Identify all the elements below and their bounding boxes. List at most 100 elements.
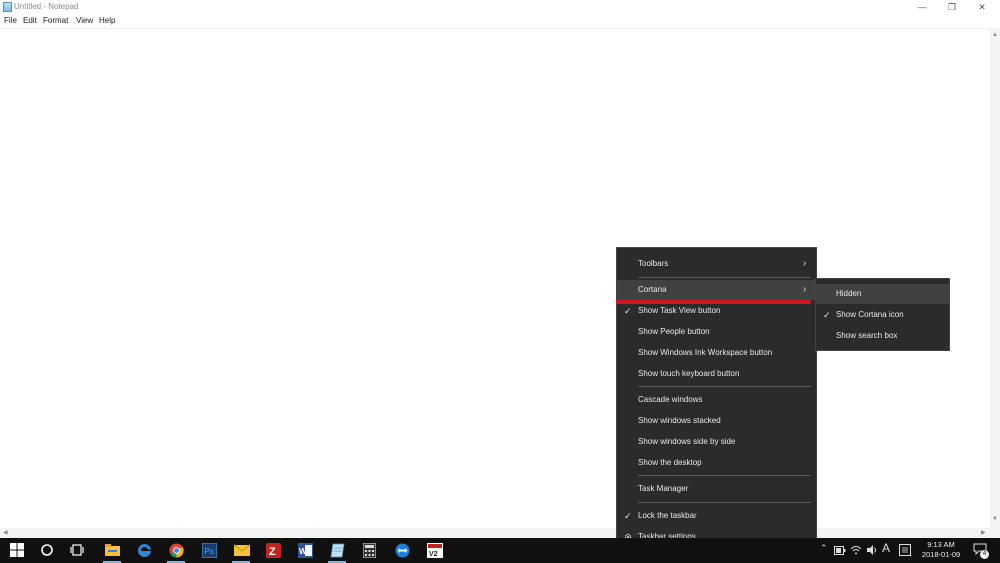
word-icon: W xyxy=(298,543,313,558)
restore-button[interactable]: ❐ xyxy=(937,0,967,15)
submenu-item-show-cortana-icon[interactable]: ✓ Show Cortana icon xyxy=(816,305,949,325)
menu-item-label: Show windows side by side xyxy=(638,437,736,446)
menu-item-show-desktop[interactable]: Show the desktop xyxy=(617,453,816,473)
svg-text:Z: Z xyxy=(269,546,276,558)
taskbar-app-notepad[interactable] xyxy=(322,538,352,563)
menu-item-people[interactable]: Show People button xyxy=(617,322,816,342)
title-bar[interactable]: Untitled - Notepad — ❐ ✕ xyxy=(0,0,1000,15)
input-method-indicator[interactable]: A xyxy=(882,541,890,555)
vnc-icon: V2 xyxy=(427,543,443,558)
menu-item-side-by-side[interactable]: Show windows side by side xyxy=(617,432,816,452)
menu-item-label: Show windows stacked xyxy=(638,416,721,425)
menu-bar: File Edit Format View Help xyxy=(0,15,1000,28)
cortana-circle-icon xyxy=(41,544,53,556)
submenu-item-label: Show search box xyxy=(836,331,898,340)
submenu-item-label: Show Cortana icon xyxy=(836,310,904,319)
notepad-app-icon xyxy=(3,2,12,12)
menu-item-lock-taskbar[interactable]: ✓ Lock the taskbar xyxy=(617,506,816,526)
show-hidden-icons-chevron-up-icon[interactable]: ⌃ xyxy=(820,543,828,554)
taskbar-app-mail[interactable] xyxy=(226,538,256,563)
clock-time: 9:13 AM xyxy=(927,540,955,549)
window-title: Untitled - Notepad xyxy=(14,2,79,11)
taskbar-app-teamviewer[interactable] xyxy=(387,538,417,563)
menu-edit[interactable]: Edit xyxy=(23,16,37,25)
battery-icon[interactable] xyxy=(834,546,846,555)
chevron-right-icon: › xyxy=(803,284,807,295)
submenu-item-label: Hidden xyxy=(836,289,862,298)
scroll-right-icon[interactable]: ▶ xyxy=(981,529,986,536)
taskbar-app-chrome[interactable] xyxy=(161,538,191,563)
close-button[interactable]: ✕ xyxy=(967,0,997,15)
calculator-icon xyxy=(363,543,376,558)
menu-help[interactable]: Help xyxy=(99,16,115,25)
svg-text:V2: V2 xyxy=(429,551,438,558)
wifi-icon[interactable] xyxy=(850,544,862,556)
task-view-icon xyxy=(70,544,84,556)
taskbar-app-vnc[interactable]: V2 xyxy=(419,538,449,563)
menu-item-label: Show Windows Ink Workspace button xyxy=(638,348,773,357)
menu-item-label: Show the desktop xyxy=(638,458,702,467)
menu-item-toolbars[interactable]: Toolbars › xyxy=(617,254,816,274)
menu-file[interactable]: File xyxy=(4,16,17,25)
menu-separator xyxy=(638,502,811,503)
taskbar-app-explorer[interactable] xyxy=(97,538,127,563)
menu-item-touch-keyboard[interactable]: Show touch keyboard button xyxy=(617,364,816,384)
menu-item-label: Task Manager xyxy=(638,484,689,493)
menu-item-label: Cortana xyxy=(638,285,667,294)
checkmark-icon: ✓ xyxy=(823,310,831,320)
vertical-scrollbar[interactable]: ▲ ▼ xyxy=(990,28,1000,528)
menu-item-task-view[interactable]: ✓ Show Task View button xyxy=(617,301,816,321)
keyboard-layout-icon[interactable] xyxy=(899,544,911,556)
menu-item-label: Cascade windows xyxy=(638,395,703,404)
taskbar-app-photoshop[interactable]: Ps xyxy=(194,538,224,563)
menu-item-cascade[interactable]: Cascade windows xyxy=(617,390,816,410)
system-clock[interactable]: 9:13 AM 2018-01-09 xyxy=(916,540,966,560)
task-view-button[interactable] xyxy=(62,538,92,563)
filezilla-icon: Z xyxy=(266,543,281,558)
windows-start-icon xyxy=(10,543,24,557)
notepad-icon xyxy=(330,543,345,558)
edge-icon xyxy=(138,543,151,557)
svg-text:W: W xyxy=(299,547,307,556)
minimize-button[interactable]: — xyxy=(907,0,937,15)
scroll-left-icon[interactable]: ◀ xyxy=(3,529,8,536)
menu-separator xyxy=(638,386,811,387)
menu-format[interactable]: Format xyxy=(43,16,68,25)
highlight-underline xyxy=(616,300,811,304)
taskbar-app-calculator[interactable] xyxy=(355,538,385,563)
scroll-down-icon[interactable]: ▼ xyxy=(992,516,998,522)
checkmark-icon: ✓ xyxy=(624,511,632,521)
taskbar-app-word[interactable]: W xyxy=(290,538,320,563)
menu-item-cortana[interactable]: Cortana › xyxy=(617,280,816,300)
menu-item-label: Lock the taskbar xyxy=(638,511,697,520)
scroll-up-icon[interactable]: ▲ xyxy=(992,32,998,38)
volume-icon[interactable] xyxy=(866,544,878,556)
taskbar-app-edge[interactable] xyxy=(129,538,159,563)
menu-item-label: Show Task View button xyxy=(638,306,721,315)
menu-item-label: Show touch keyboard button xyxy=(638,369,740,378)
menu-item-task-manager[interactable]: Task Manager xyxy=(617,479,816,499)
submenu-item-hidden[interactable]: Hidden xyxy=(816,284,949,304)
photoshop-icon: Ps xyxy=(202,543,217,558)
svg-text:Ps: Ps xyxy=(205,547,214,556)
menu-item-label: Toolbars xyxy=(638,259,669,268)
cortana-submenu: Hidden ✓ Show Cortana icon Show search b… xyxy=(815,278,950,351)
file-explorer-icon xyxy=(105,544,120,556)
chevron-right-icon: › xyxy=(803,258,807,269)
menu-separator xyxy=(638,277,811,278)
horizontal-scrollbar[interactable]: ◀ ▶ xyxy=(0,528,1000,538)
taskbar-app-filezilla[interactable]: Z xyxy=(258,538,288,563)
start-button[interactable] xyxy=(2,538,32,563)
cortana-button[interactable] xyxy=(32,538,62,563)
submenu-item-show-search-box[interactable]: Show search box xyxy=(816,326,949,346)
menu-item-stacked[interactable]: Show windows stacked xyxy=(617,411,816,431)
menu-separator xyxy=(638,475,811,476)
teamviewer-icon xyxy=(395,543,410,558)
menu-item-label: Show People button xyxy=(638,327,710,336)
menu-item-ink-workspace[interactable]: Show Windows Ink Workspace button xyxy=(617,343,816,363)
checkmark-icon: ✓ xyxy=(624,306,632,316)
notification-count-badge: 4 xyxy=(980,550,989,559)
taskbar: Ps Z W V2 ⌃ A 9:13 AM 2018-01-09 4 xyxy=(0,538,1000,563)
menu-view[interactable]: View xyxy=(76,16,93,25)
mail-icon xyxy=(234,544,250,556)
